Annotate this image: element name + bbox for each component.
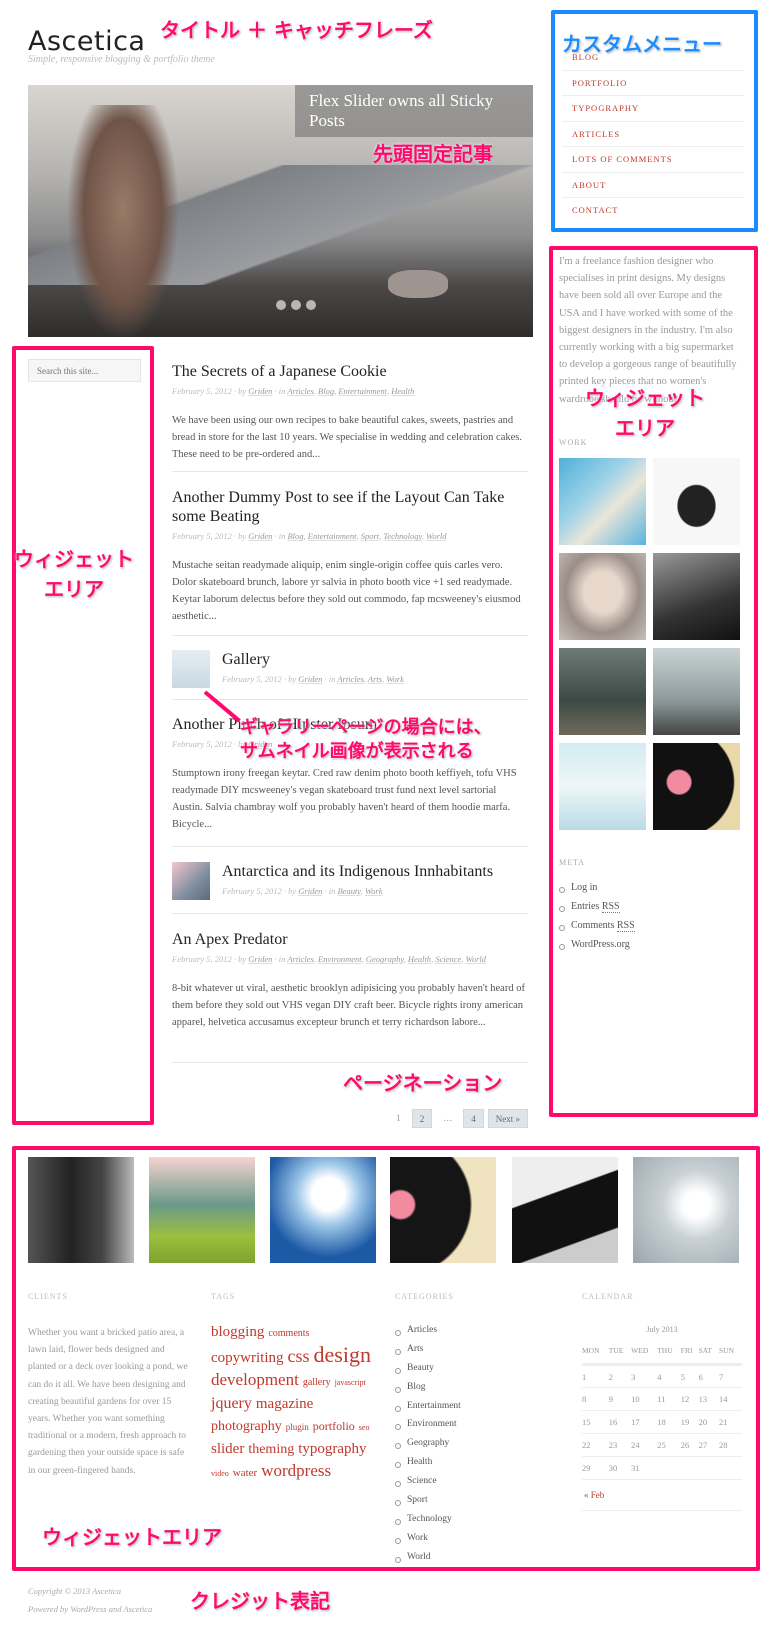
post-meta: February 5, 2012 · by Griden · in Articl… xyxy=(172,954,486,964)
category-link[interactable]: Articles xyxy=(337,674,363,684)
post-thumbnail[interactable] xyxy=(172,862,210,900)
post-item: The Secrets of a Japanese Cookie February… xyxy=(172,362,528,472)
post-excerpt: Stumptown irony freegan keytar. Cred raw… xyxy=(172,768,517,830)
annotation-menu: カスタムメニュー xyxy=(562,32,722,56)
credits-site-link[interactable]: Ascetica xyxy=(92,1586,121,1596)
post-item: Another Dummy Post to see if the Layout … xyxy=(172,488,528,636)
category-link[interactable]: Entertainment xyxy=(338,386,387,396)
category-link[interactable]: Beauty xyxy=(337,886,360,896)
credits: Copyright © 2013 Ascetica Powered by Wor… xyxy=(28,1582,152,1618)
category-link[interactable]: Technology xyxy=(383,531,421,541)
post-excerpt: Mustache seitan readymade aliquip, enim … xyxy=(172,560,521,622)
post-date: February 5, 2012 xyxy=(222,674,282,684)
by-label: by xyxy=(238,386,247,396)
annotation-sticky: 先頭固定記事 xyxy=(373,142,493,166)
site-title[interactable]: Ascetica xyxy=(28,26,145,57)
post-date: February 5, 2012 xyxy=(172,954,232,964)
by-label: by xyxy=(238,954,247,964)
category-link[interactable]: Work xyxy=(365,886,383,896)
in-label: in xyxy=(278,954,286,964)
author-link[interactable]: Griden xyxy=(298,674,322,684)
category-link[interactable]: Health xyxy=(408,954,431,964)
page-ellipsis: … xyxy=(443,1113,453,1123)
post-excerpt: 8-bit whatever ut viral, aesthetic brook… xyxy=(172,983,525,1028)
category-link[interactable]: Articles xyxy=(287,386,313,396)
category-link[interactable]: Work xyxy=(386,674,404,684)
post-item: Antarctica and its Indigenous Innhabitan… xyxy=(172,862,528,914)
slide-figure xyxy=(68,105,178,337)
category-link[interactable]: Health xyxy=(391,386,414,396)
author-link[interactable]: Griden xyxy=(248,954,272,964)
featured-slider[interactable]: Flex Slider owns all Sticky Posts xyxy=(28,85,533,337)
by-label: by xyxy=(288,886,297,896)
post-thumbnail[interactable] xyxy=(172,650,210,688)
annotation-widget-footer: ウィジェットエリア xyxy=(42,1525,222,1549)
category-link[interactable]: Entertainment xyxy=(308,531,357,541)
author-link[interactable]: Griden xyxy=(248,386,272,396)
and-text: and xyxy=(108,1604,122,1614)
in-label: in xyxy=(328,674,336,684)
slider-dot-1[interactable] xyxy=(276,300,286,310)
pagination: 1 2 … 4 Next » xyxy=(389,1109,528,1128)
in-label: in xyxy=(328,886,336,896)
by-label: by xyxy=(288,674,297,684)
powered-by: Powered by xyxy=(28,1604,69,1614)
category-link[interactable]: World xyxy=(426,531,446,541)
post-date: February 5, 2012 xyxy=(172,386,232,396)
post-meta: February 5, 2012 · by Griden · in Articl… xyxy=(172,386,415,396)
site-tagline: Simple, responsive blogging & portfolio … xyxy=(28,54,215,65)
page-4-link[interactable]: 4 xyxy=(463,1109,484,1128)
post-title-link[interactable]: An Apex Predator xyxy=(172,930,528,949)
annotation-gallery-2: サムネイル画像が表示される xyxy=(240,741,474,762)
post-date: February 5, 2012 xyxy=(172,531,232,541)
copyright-text: Copyright © 2013 xyxy=(28,1586,91,1596)
annotation-box-right-widgets xyxy=(549,246,758,1117)
category-link[interactable]: World xyxy=(466,954,486,964)
wordpress-link[interactable]: WordPress xyxy=(70,1604,106,1614)
annotation-credits: クレジット表記 xyxy=(190,1589,330,1613)
slider-dot-3[interactable] xyxy=(306,300,316,310)
next-page-link[interactable]: Next » xyxy=(487,1109,528,1128)
by-label: by xyxy=(238,531,247,541)
page-current: 1 xyxy=(396,1113,401,1123)
category-link[interactable]: Sport xyxy=(361,531,379,541)
slider-caption[interactable]: Flex Slider owns all Sticky Posts xyxy=(295,85,533,137)
post-item: Gallery February 5, 2012 · by Griden · in… xyxy=(172,650,528,700)
annotation-box-footer-widgets xyxy=(12,1146,760,1571)
post-meta: February 5, 2012 · by Griden · in Blog, … xyxy=(172,531,447,541)
post-title-link[interactable]: The Secrets of a Japanese Cookie xyxy=(172,362,528,381)
post-meta: February 5, 2012 · by Griden · in Articl… xyxy=(222,674,404,684)
slide-cat xyxy=(388,270,448,298)
post-date: February 5, 2012 xyxy=(172,739,232,749)
theme-link[interactable]: Ascetica xyxy=(123,1604,152,1614)
category-link[interactable]: Blog xyxy=(318,386,334,396)
category-link[interactable]: Geography xyxy=(366,954,404,964)
annotation-box-left-widgets xyxy=(12,346,154,1125)
category-link[interactable]: Environment xyxy=(318,954,362,964)
post-date: February 5, 2012 xyxy=(222,886,282,896)
slider-dot-2[interactable] xyxy=(291,300,301,310)
category-link[interactable]: Blog xyxy=(287,531,303,541)
post-title-link[interactable]: Another Dummy Post to see if the Layout … xyxy=(172,488,528,526)
annotation-title: タイトル ＋ キャッチフレーズ xyxy=(160,18,433,42)
annotation-widget-left: ウィジェット エリア xyxy=(14,547,134,601)
annotation-gallery-1: ギャラリーページの場合には、 xyxy=(240,717,492,738)
post-title-link[interactable]: Gallery xyxy=(222,650,528,669)
in-label: in xyxy=(278,531,286,541)
in-label: in xyxy=(278,386,286,396)
author-link[interactable]: Griden xyxy=(298,886,322,896)
category-link[interactable]: Science xyxy=(435,954,461,964)
annotation-pagination: ページネーション xyxy=(343,1071,503,1095)
post-title-link[interactable]: Antarctica and its Indigenous Innhabitan… xyxy=(222,862,528,881)
category-link[interactable]: Arts xyxy=(368,674,382,684)
author-link[interactable]: Griden xyxy=(248,531,272,541)
slider-dots xyxy=(276,300,316,310)
category-link[interactable]: Articles xyxy=(287,954,313,964)
post-item: An Apex Predator February 5, 2012 · by Gr… xyxy=(172,930,528,1063)
post-excerpt: We have been using our own recipes to ba… xyxy=(172,415,523,460)
post-meta: February 5, 2012 · by Griden · in Beauty… xyxy=(222,886,383,896)
page-2-link[interactable]: 2 xyxy=(411,1109,433,1128)
annotation-widget-right: ウィジェット エリア xyxy=(585,386,705,440)
